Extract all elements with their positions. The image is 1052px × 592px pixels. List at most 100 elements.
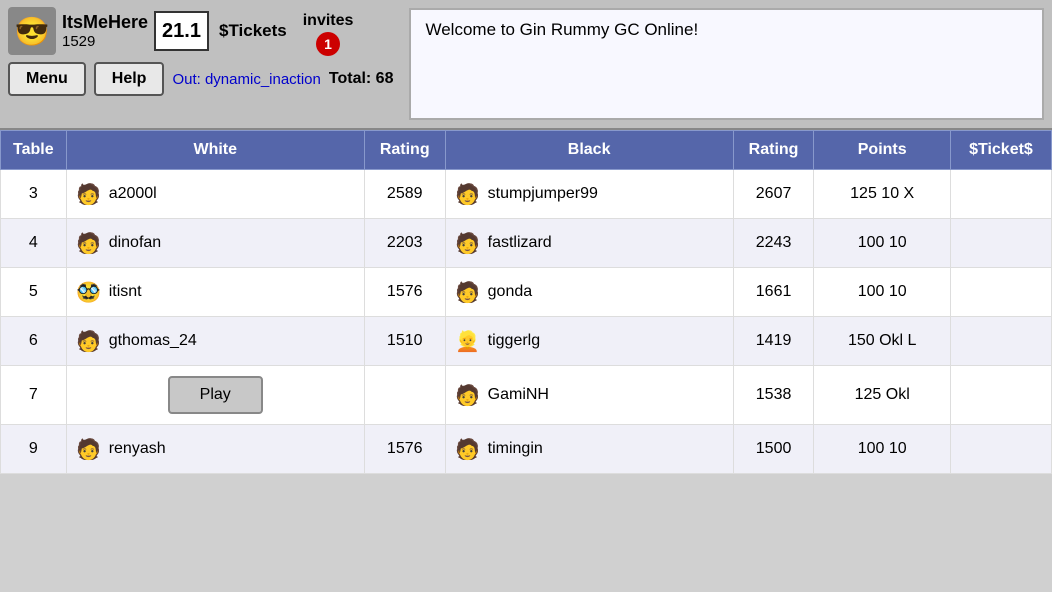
- cell-black: 🧑 timingin: [445, 425, 733, 474]
- play-button[interactable]: Play: [168, 376, 263, 414]
- cell-tickets: [950, 268, 1051, 317]
- cell-points: 150 Okl L: [814, 317, 950, 366]
- cell-white: Play: [66, 366, 364, 425]
- user-rating: 1529: [62, 33, 148, 50]
- cell-black: 👱 tiggerlg: [445, 317, 733, 366]
- table-row[interactable]: 9 🧑 renyash 1576 🧑 timingin 1500100 10: [1, 425, 1052, 474]
- cell-black-rating: 1538: [733, 366, 814, 425]
- invites-section: invites 1: [303, 6, 354, 56]
- cell-table-num: 6: [1, 317, 67, 366]
- cell-table-num: 9: [1, 425, 67, 474]
- col-header-rating-black: Rating: [733, 131, 814, 170]
- cell-white-rating: 2589: [364, 170, 445, 219]
- menu-button[interactable]: Menu: [8, 62, 86, 96]
- user-info: ItsMeHere 1529: [62, 12, 148, 50]
- white-name: dinofan: [109, 234, 162, 252]
- black-name: timingin: [488, 440, 543, 458]
- cell-tickets: [950, 425, 1051, 474]
- col-header-rating-white: Rating: [364, 131, 445, 170]
- cell-white-rating: 2203: [364, 219, 445, 268]
- table-row[interactable]: 3 🧑 a2000l 2589 🧑 stumpjumper99 2607125 10 X: [1, 170, 1052, 219]
- header-left: 😎 ItsMeHere 1529 21.1 $Tickets invites 1…: [0, 0, 401, 128]
- header: 😎 ItsMeHere 1529 21.1 $Tickets invites 1…: [0, 0, 1052, 130]
- cell-white: 🥸 itisnt: [66, 268, 364, 317]
- out-status: Out: dynamic_inaction: [172, 71, 320, 88]
- cell-black: 🧑 gonda: [445, 268, 733, 317]
- help-button[interactable]: Help: [94, 62, 165, 96]
- cell-white-rating: 1510: [364, 317, 445, 366]
- tickets-label: $Tickets: [219, 21, 287, 41]
- table-header-row: Table White Rating Black Rating Points $…: [1, 131, 1052, 170]
- cell-points: 125 Okl: [814, 366, 950, 425]
- white-avatar: 🧑: [75, 435, 103, 463]
- col-header-black: Black: [445, 131, 733, 170]
- username: ItsMeHere: [62, 12, 148, 33]
- white-name: renyash: [109, 440, 166, 458]
- cell-black-rating: 2243: [733, 219, 814, 268]
- black-name: GamiNH: [488, 386, 549, 404]
- black-avatar: 🧑: [454, 278, 482, 306]
- cell-points: 100 10: [814, 219, 950, 268]
- cell-white-rating: 1576: [364, 425, 445, 474]
- avatar: 😎: [8, 7, 56, 55]
- black-name: stumpjumper99: [488, 185, 598, 203]
- game-table: Table White Rating Black Rating Points $…: [0, 130, 1052, 474]
- cell-table-num: 5: [1, 268, 67, 317]
- col-header-table: Table: [1, 131, 67, 170]
- cell-black: 🧑 GamiNH: [445, 366, 733, 425]
- cell-white-rating: 1576: [364, 268, 445, 317]
- table-row[interactable]: 5 🥸 itisnt 1576 🧑 gonda 1661100 10: [1, 268, 1052, 317]
- black-avatar: 🧑: [454, 180, 482, 208]
- cell-points: 100 10: [814, 268, 950, 317]
- black-name: fastlizard: [488, 234, 552, 252]
- header-row1: 😎 ItsMeHere 1529 21.1 $Tickets invites 1: [8, 6, 393, 56]
- cell-tickets: [950, 219, 1051, 268]
- black-avatar: 👱: [454, 327, 482, 355]
- cell-table-num: 4: [1, 219, 67, 268]
- cell-white: 🧑 dinofan: [66, 219, 364, 268]
- table-row[interactable]: 6 🧑 gthomas_24 1510 👱 tiggerlg 1419150 Okl L: [1, 317, 1052, 366]
- black-avatar: 🧑: [454, 229, 482, 257]
- black-name: tiggerlg: [488, 332, 540, 350]
- tickets-box: 21.1: [154, 11, 209, 51]
- white-avatar: 🧑: [75, 229, 103, 257]
- cell-tickets: [950, 366, 1051, 425]
- cell-black-rating: 1500: [733, 425, 814, 474]
- cell-white: 🧑 gthomas_24: [66, 317, 364, 366]
- black-name: gonda: [488, 283, 533, 301]
- cell-black: 🧑 stumpjumper99: [445, 170, 733, 219]
- invites-label: invites: [303, 12, 354, 30]
- black-avatar: 🧑: [454, 435, 482, 463]
- table-body: 3🧑a2000l2589🧑stumpjumper992607125 10 X4🧑…: [1, 170, 1052, 474]
- welcome-message: Welcome to Gin Rummy GC Online!: [409, 8, 1044, 120]
- cell-black: 🧑 fastlizard: [445, 219, 733, 268]
- cell-white: 🧑 renyash: [66, 425, 364, 474]
- cell-table-num: 7: [1, 366, 67, 425]
- white-avatar: 🥸: [75, 278, 103, 306]
- white-name: a2000l: [109, 185, 157, 203]
- white-name: gthomas_24: [109, 332, 197, 350]
- white-avatar: 🧑: [75, 327, 103, 355]
- cell-white-rating: [364, 366, 445, 425]
- white-name: itisnt: [109, 283, 142, 301]
- header-row2: Menu Help Out: dynamic_inaction Total: 6…: [8, 62, 393, 96]
- total-count: Total: 68: [329, 70, 394, 88]
- tickets-value: 21.1: [162, 20, 201, 43]
- table-row[interactable]: 4 🧑 dinofan 2203 🧑 fastlizard 2243100 10: [1, 219, 1052, 268]
- cell-black-rating: 1419: [733, 317, 814, 366]
- cell-points: 100 10: [814, 425, 950, 474]
- table-row[interactable]: 7 Play 🧑 GamiNH 1538125 Okl: [1, 366, 1052, 425]
- cell-white: 🧑 a2000l: [66, 170, 364, 219]
- cell-table-num: 3: [1, 170, 67, 219]
- cell-black-rating: 2607: [733, 170, 814, 219]
- col-header-points: Points: [814, 131, 950, 170]
- invites-badge[interactable]: 1: [316, 32, 340, 56]
- col-header-tickets: $Ticket$: [950, 131, 1051, 170]
- cell-black-rating: 1661: [733, 268, 814, 317]
- black-avatar: 🧑: [454, 381, 482, 409]
- col-header-white: White: [66, 131, 364, 170]
- cell-points: 125 10 X: [814, 170, 950, 219]
- cell-tickets: [950, 170, 1051, 219]
- cell-tickets: [950, 317, 1051, 366]
- white-avatar: 🧑: [75, 180, 103, 208]
